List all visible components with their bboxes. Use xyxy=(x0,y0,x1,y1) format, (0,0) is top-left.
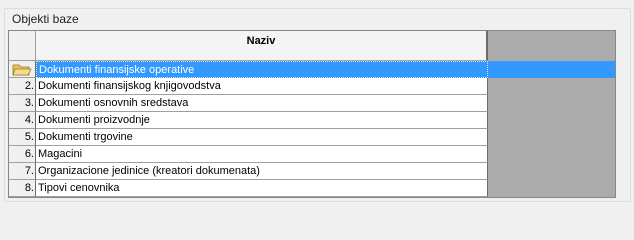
table-row[interactable]: 1. Dokumenti finansijske operative xyxy=(9,61,615,78)
row-number[interactable]: 2. xyxy=(9,78,36,95)
table-row[interactable]: 4. Dokumenti proizvodnje xyxy=(9,112,615,129)
selection-band xyxy=(488,61,615,78)
row-label[interactable]: Dokumenti trgovine xyxy=(36,129,488,146)
table-row[interactable]: 2. Dokumenti finansijskog knjigovodstva xyxy=(9,78,615,95)
row-label[interactable]: Tipovi cenovnika xyxy=(36,180,488,197)
row-number[interactable]: 3. xyxy=(9,95,36,112)
table-row[interactable]: 6. Magacini xyxy=(9,146,615,163)
table-row[interactable]: 7. Organizacione jedinice (kreatori doku… xyxy=(9,163,615,180)
row-label[interactable]: Dokumenti finansijske operative xyxy=(36,61,488,78)
table-row[interactable]: 3. Dokumenti osnovnih sredstava xyxy=(9,95,615,112)
row-label[interactable]: Magacini xyxy=(36,146,488,163)
row-label[interactable]: Organizacione jedinice (kreatori dokumen… xyxy=(36,163,488,180)
folder-open-icon xyxy=(12,64,32,76)
grid-header: Naziv xyxy=(9,31,615,61)
row-label[interactable]: Dokumenti osnovnih sredstava xyxy=(36,95,488,112)
header-empty-area xyxy=(488,31,615,61)
table-row[interactable]: 5. Dokumenti trgovine xyxy=(9,129,615,146)
row-label[interactable]: Dokumenti finansijskog knjigovodstva xyxy=(36,78,488,95)
row-number[interactable]: 4. xyxy=(9,112,36,129)
column-header-naziv[interactable]: Naziv xyxy=(36,31,488,61)
row-header-corner[interactable] xyxy=(9,31,36,61)
row-number[interactable]: 5. xyxy=(9,129,36,146)
groupbox-title: Objekti baze xyxy=(10,12,81,26)
row-label[interactable]: Dokumenti proizvodnje xyxy=(36,112,488,129)
row-number[interactable]: 7. xyxy=(9,163,36,180)
objects-grid[interactable]: Naziv 1. Dokumenti finansijske operative… xyxy=(8,30,616,198)
row-number[interactable]: 6. xyxy=(9,146,36,163)
table-row[interactable]: 8. Tipovi cenovnika xyxy=(9,180,615,197)
row-number[interactable]: 8. xyxy=(9,180,36,197)
